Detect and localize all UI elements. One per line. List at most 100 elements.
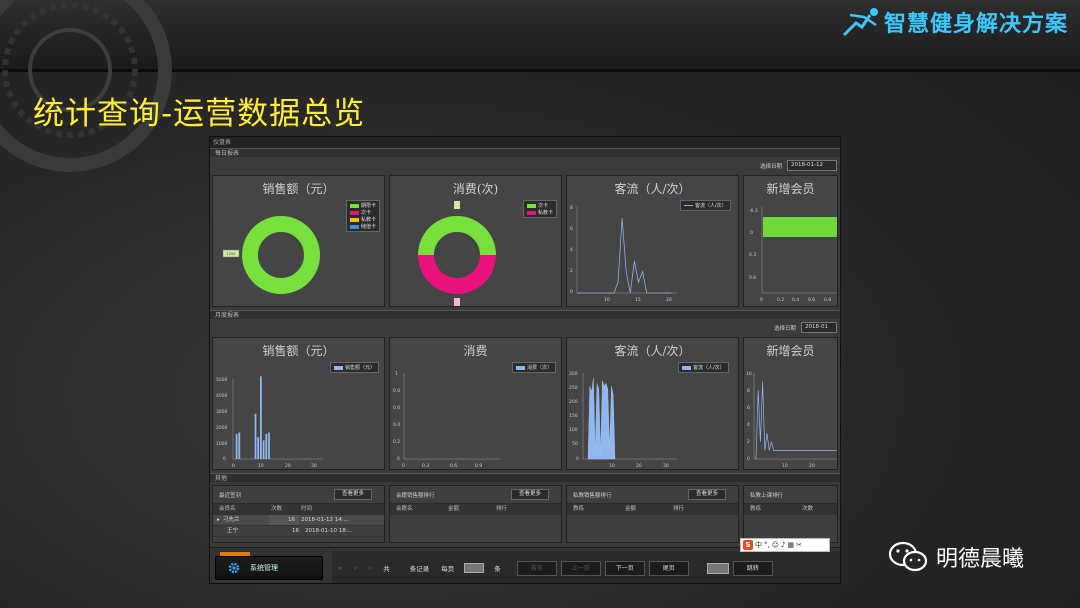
daily-newmember-title: 新增会员 — [766, 182, 815, 196]
monthly-sales-chart: 5000 4000 3000 2000 1000 0 0 10 20 30 — [216, 376, 323, 469]
col-header: 会籍名 — [396, 506, 413, 512]
legend-item: 消费（次） — [516, 364, 552, 371]
svg-text:0: 0 — [570, 289, 573, 295]
svg-text:20: 20 — [285, 463, 291, 469]
col-header: 时间 — [301, 506, 313, 512]
next-page-button[interactable]: 下一页 — [604, 560, 645, 576]
daily-section-title: 每日报表 — [210, 148, 840, 157]
svg-text:10: 10 — [604, 297, 610, 303]
monthly-newmember-panel: 新增会员 10 8 6 4 2 0 10 20 — [743, 337, 838, 470]
active-indicator — [220, 552, 250, 556]
table-header: 教练 次数 — [744, 504, 837, 515]
svg-text:1: 1 — [395, 371, 398, 377]
svg-text:1000: 1000 — [216, 441, 228, 447]
newmember-bar — [763, 217, 837, 237]
svg-text:30: 30 — [663, 463, 669, 469]
brand-title: 智慧健身解决方案 — [883, 12, 1068, 37]
ime-keyboard-icon: ▦ — [787, 541, 795, 549]
table-row[interactable]: 王宁 16 2018-01-10 18:... — [213, 526, 384, 537]
jump-page-input[interactable] — [706, 562, 729, 574]
svg-text:20: 20 — [809, 463, 815, 469]
monthly-sales-bars — [235, 376, 270, 459]
next-arrow-icon[interactable]: › — [363, 564, 378, 572]
col-header: 金额 — [625, 506, 637, 512]
window-title: 仪盘表 — [210, 137, 840, 148]
monthly-panels: 销售额（元） 5000 4000 3000 2000 1000 0 0 10 20 30 销售额… — [210, 337, 840, 470]
daily-consume-panel: 消费(次) 次卡 私教卡 — [389, 175, 562, 307]
legend-item: 私教卡 — [350, 216, 376, 223]
monthly-newmember-chart: 1086420 10 20 — [746, 371, 837, 469]
svg-text:4: 4 — [747, 422, 750, 428]
svg-text:30: 30 — [311, 463, 317, 469]
col-header: 排行 — [496, 506, 508, 512]
prev-page-button[interactable]: 上一页 — [560, 560, 601, 576]
traffic-line-series — [577, 218, 672, 294]
traffic-area-series — [587, 377, 616, 460]
ime-mode-icon: 中 — [755, 541, 762, 549]
daily-sales-legend: 期限卡 次卡 私教卡 储值卡 — [346, 200, 381, 232]
monthly-traffic-legend: 客流（人/次） — [678, 362, 729, 373]
svg-text:0.2: 0.2 — [777, 297, 784, 303]
col-header: 金额 — [448, 506, 460, 512]
svg-text:150: 150 — [569, 413, 578, 419]
daily-date-label: 选择日期 — [759, 164, 782, 170]
wechat-watermark: 明德晨曦 — [888, 540, 1024, 574]
svg-text:20: 20 — [636, 463, 642, 469]
svg-text:0.8: 0.8 — [393, 388, 400, 394]
monthly-consume-chart: 1 0.8 0.6 0.4 0.2 0 0 0.3 0.6 0.9 — [393, 371, 500, 469]
col-header: 教练 — [750, 506, 762, 512]
last-page-button[interactable]: 尾页 — [648, 560, 689, 576]
svg-text:0.6: 0.6 — [393, 405, 400, 411]
daily-date-picker[interactable]: 2018-01-12 — [787, 160, 837, 171]
svg-text:20: 20 — [666, 297, 672, 303]
table-header: 会员名 次数 时间 — [213, 504, 384, 515]
recent-more-button[interactable]: 查看更多 — [334, 489, 372, 500]
svg-text:0: 0 — [750, 230, 753, 236]
legend-item: 客流（人/次） — [684, 202, 727, 209]
monthly-date-picker[interactable]: 2018-01 — [801, 322, 837, 333]
col-header: 排行 — [673, 506, 685, 512]
monthly-consume-title: 消费 — [463, 344, 488, 358]
sales-bar — [257, 437, 260, 459]
bottom-bar: 系统管理 « ‹ › 共 条记录 每页 条 首页 上一页 下一页 尾页 跳转 — [210, 547, 840, 583]
sales-bar — [265, 434, 268, 459]
slide-header: 智慧健身解决方案 — [0, 0, 1080, 172]
sales-value-tag-text: 1200 — [227, 252, 236, 256]
monthly-consume-legend: 消费（次） — [512, 362, 557, 373]
svg-text:0: 0 — [747, 456, 750, 462]
first-page-button[interactable]: 首页 — [516, 560, 557, 576]
svg-text:250: 250 — [569, 385, 578, 391]
coach-rank-title: 会籍销售额排行 — [396, 493, 435, 499]
per-unit-label: 条 — [494, 565, 501, 573]
col-header: 次数 — [802, 506, 814, 512]
svg-text:0.6: 0.6 — [808, 297, 815, 303]
svg-text:10: 10 — [609, 463, 615, 469]
first-arrow-icon[interactable]: « — [332, 564, 348, 572]
prev-arrow-icon[interactable]: ‹ — [348, 564, 363, 572]
svg-text:8: 8 — [570, 205, 573, 211]
coach-sales-rank-panel: 会籍销售额排行 查看更多 会籍名 金额 排行 — [389, 485, 562, 543]
monthly-sales-legend: 销售额（元） — [330, 362, 380, 373]
table-header: 会籍名 金额 排行 — [390, 504, 561, 515]
col-header: 教练 — [573, 506, 585, 512]
svg-text:0.4: 0.4 — [393, 422, 400, 428]
ime-toolbar[interactable]: S 中 °, ☺ ♪ ▦ ✂ — [740, 538, 830, 552]
gear-icon — [228, 562, 240, 574]
page-size-input[interactable] — [464, 563, 485, 573]
consume-tag-top — [454, 201, 460, 209]
svg-text:0.3: 0.3 — [422, 463, 429, 469]
sogou-icon: S — [743, 540, 753, 550]
system-management-button[interactable]: 系统管理 — [215, 552, 323, 580]
coach-rank-more-button[interactable]: 查看更多 — [511, 489, 549, 500]
svg-text:0.4: 0.4 — [792, 297, 799, 303]
system-management-label: 系统管理 — [250, 564, 278, 572]
newmember-line-series — [755, 381, 837, 460]
legend-item: 销售额（元） — [334, 364, 375, 371]
table-row[interactable]: ▸ 刁先兰 16 2018-01-12 14:... — [213, 515, 384, 526]
pt-rank-more-button[interactable]: 查看更多 — [688, 489, 726, 500]
legend-item: 客流（人/次） — [682, 364, 725, 371]
dashboard-window: 仪盘表 每日报表 选择日期 2018-01-12 销售额（元） 1200 期限卡… — [209, 136, 841, 584]
sales-bar — [262, 440, 265, 459]
daily-sales-title: 销售额（元） — [262, 182, 335, 196]
jump-button[interactable]: 跳转 — [732, 560, 773, 576]
